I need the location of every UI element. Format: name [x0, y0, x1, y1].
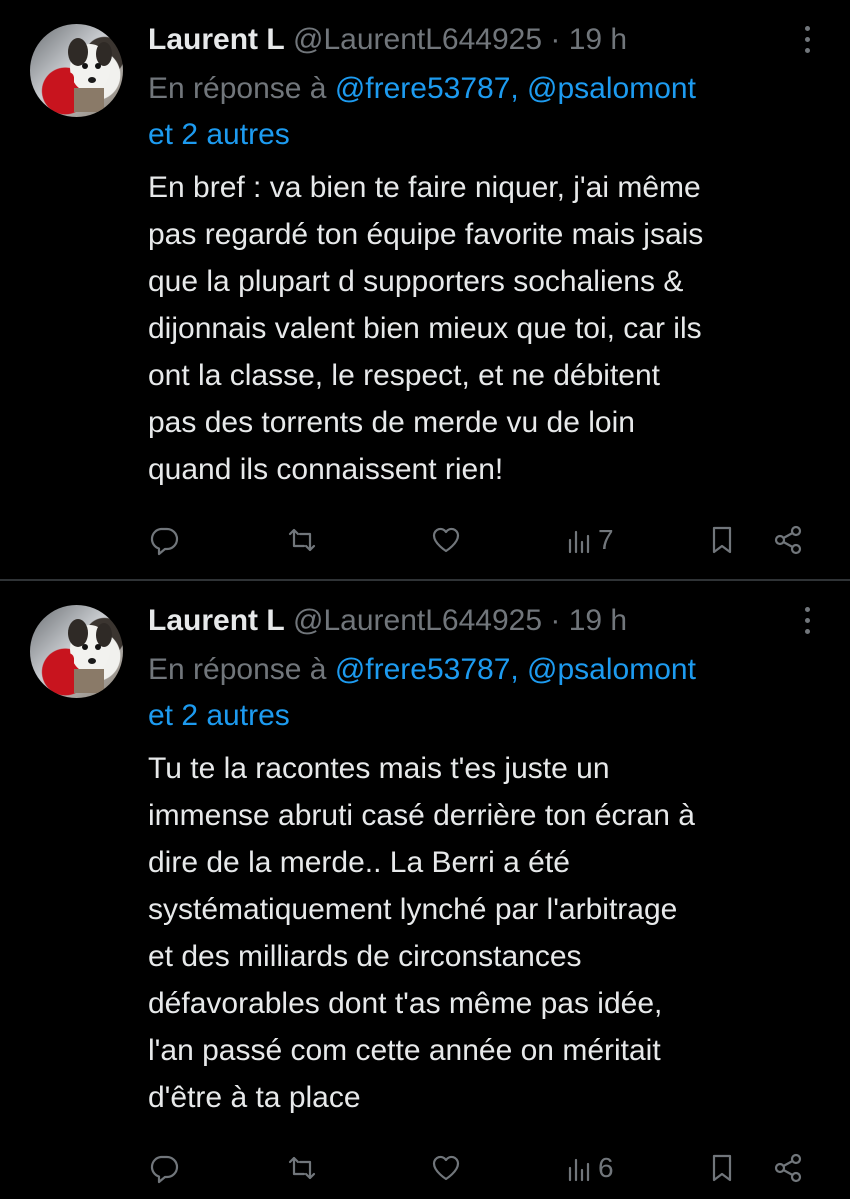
reply-context: En réponse à @frere53787, @psalomont et … — [148, 66, 814, 158]
reply-button[interactable] — [148, 1148, 180, 1188]
reply-icon — [150, 527, 179, 556]
author-name[interactable]: Laurent L — [148, 23, 285, 56]
retweet-icon — [288, 528, 316, 552]
tweet-header: Laurent L @LaurentL644925 · 19 h — [148, 20, 814, 60]
reply-context: En réponse à @frere53787, @psalomont et … — [148, 647, 814, 739]
author-handle[interactable]: @LaurentL644925 — [293, 604, 542, 637]
views-count: 7 — [598, 524, 614, 555]
views-count: 6 — [598, 1152, 614, 1183]
action-bar: 7 — [148, 520, 808, 560]
author-handle[interactable]: @LaurentL644925 — [293, 23, 542, 56]
tweet-header: Laurent L @LaurentL644925 · 19 h — [148, 601, 814, 641]
reply-icon — [150, 1155, 179, 1184]
timestamp[interactable]: 19 h — [569, 604, 627, 637]
reply-prefix: En réponse à — [148, 72, 327, 105]
share-button[interactable] — [772, 520, 804, 560]
separator: · — [550, 604, 561, 637]
tweet-text: En bref : va bien te faire niquer, j'ai … — [148, 171, 704, 486]
heart-icon — [432, 527, 460, 553]
action-bar: 6 — [148, 1148, 808, 1188]
retweet-button[interactable] — [286, 1148, 318, 1188]
tweet[interactable]: Laurent L @LaurentL644925 · 19 h En répo… — [0, 581, 850, 1199]
bookmark-button[interactable] — [706, 520, 738, 560]
bookmark-icon — [712, 1154, 732, 1182]
share-button[interactable] — [772, 1148, 804, 1188]
views-button[interactable]: 7 — [564, 520, 614, 560]
like-button[interactable] — [430, 1148, 462, 1188]
reply-others[interactable]: et 2 autres — [148, 118, 290, 151]
avatar[interactable] — [30, 605, 123, 698]
bookmark-icon — [712, 526, 732, 554]
views-button[interactable]: 6 — [564, 1148, 614, 1188]
author-name[interactable]: Laurent L — [148, 604, 285, 637]
reply-mentions[interactable]: @frere53787, @psalomont — [335, 653, 696, 686]
tweet-text: Tu te la racontes mais t'es juste un imm… — [148, 752, 695, 1114]
like-button[interactable] — [430, 520, 462, 560]
avatar[interactable] — [30, 24, 123, 117]
reply-button[interactable] — [148, 520, 180, 560]
reply-prefix: En réponse à — [148, 653, 327, 686]
tweet[interactable]: Laurent L @LaurentL644925 · 19 h En répo… — [0, 0, 850, 580]
bookmark-button[interactable] — [706, 1148, 738, 1188]
reply-others[interactable]: et 2 autres — [148, 699, 290, 732]
timestamp[interactable]: 19 h — [569, 23, 627, 56]
share-icon — [774, 525, 802, 555]
views-icon — [568, 1158, 590, 1182]
retweet-button[interactable] — [286, 520, 318, 560]
separator: · — [550, 23, 561, 56]
retweet-icon — [288, 1156, 316, 1180]
heart-icon — [432, 1155, 460, 1181]
share-icon — [774, 1153, 802, 1183]
reply-mentions[interactable]: @frere53787, @psalomont — [335, 72, 696, 105]
views-icon — [568, 530, 590, 554]
